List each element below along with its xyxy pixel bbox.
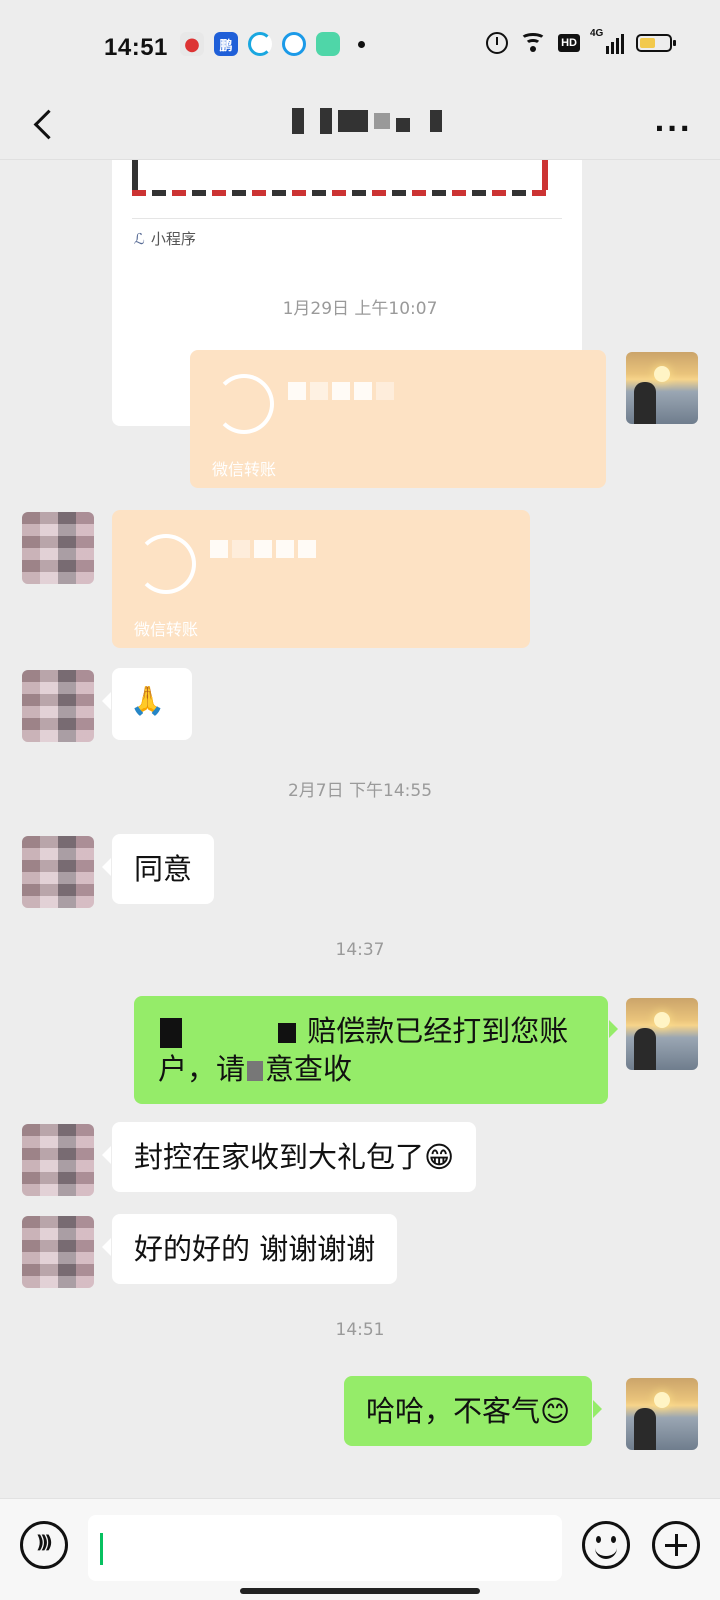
wifi-icon — [520, 33, 547, 53]
emoji-icon[interactable] — [582, 1521, 630, 1569]
status-bar: 14:51 ● 鹏 HD 4G — [0, 0, 720, 92]
transfer-bubble-received[interactable]: 微信转账 — [112, 510, 530, 648]
card-image-border — [132, 190, 548, 196]
map-pin-icon: ● — [180, 32, 204, 56]
transfer-icon — [136, 534, 196, 594]
browser-app-icon — [248, 32, 272, 56]
app-ring-icon — [282, 32, 306, 56]
message-text: 意查收 — [265, 1052, 353, 1086]
battery-level — [640, 38, 656, 48]
message-input[interactable] — [88, 1515, 562, 1581]
transfer-icon — [214, 374, 274, 434]
message-bubble[interactable]: 同意 — [101, 834, 215, 904]
notification-icons: ● 鹏 — [180, 32, 365, 56]
message-text: 户，请 — [158, 1052, 246, 1086]
news-app-icon: 鹏 — [214, 32, 238, 56]
divider — [132, 218, 562, 219]
avatar-contact[interactable] — [22, 512, 94, 584]
voice-icon[interactable] — [20, 1521, 68, 1569]
status-time: 14:51 — [104, 34, 168, 61]
redacted-text — [160, 1018, 182, 1048]
timestamp: 14:37 — [335, 940, 385, 960]
avatar-me[interactable] — [626, 998, 698, 1070]
message-bubble-sent[interactable]: 赔偿款已经打到您账 户，请 意查收 — [134, 996, 618, 1104]
message-bubble[interactable]: 🙏 — [102, 668, 192, 740]
mini-program-label: ℒ 小程序 — [134, 228, 196, 249]
message-line-1: 赔偿款已经打到您账 — [158, 1012, 584, 1050]
transfer-bubble-sent[interactable]: 微信转账 — [190, 350, 606, 488]
avatar-contact[interactable] — [22, 1216, 94, 1288]
signal-icon: 4G — [590, 28, 624, 54]
hd-icon: HD — [558, 34, 580, 52]
message-bubble[interactable]: 封控在家收到大礼包了😁 — [101, 1122, 477, 1192]
timestamp: 2月7日 下午14:55 — [287, 781, 433, 801]
timestamp: 14:51 — [335, 1320, 385, 1340]
message-bubble[interactable]: 好的好的 谢谢谢谢 — [101, 1214, 398, 1284]
home-indicator[interactable] — [240, 1588, 480, 1594]
more-dots-icon[interactable]: ··· — [654, 112, 692, 145]
avatar-me[interactable] — [626, 1378, 698, 1450]
transfer-amount-redacted — [210, 540, 320, 558]
transfer-label: 微信转账 — [212, 460, 277, 479]
redacted-text — [247, 1061, 264, 1081]
input-bar — [0, 1498, 720, 1600]
mini-program-icon: ℒ — [134, 229, 145, 248]
avatar-contact[interactable] — [22, 670, 94, 742]
redacted-text — [278, 1023, 296, 1043]
message-line-2: 户，请 意查收 — [158, 1050, 584, 1088]
message-bubble-sent[interactable]: 哈哈，不客气😊 — [344, 1376, 603, 1446]
timestamp: 1月29日 上午10:07 — [282, 299, 438, 319]
avatar-contact[interactable] — [22, 836, 94, 908]
avatar-contact[interactable] — [22, 1124, 94, 1196]
network-type: 4G — [590, 28, 604, 39]
chevron-left-icon[interactable] — [26, 106, 66, 146]
text-caret — [100, 1533, 103, 1565]
avatar-me[interactable] — [626, 352, 698, 424]
chat-header: ··· — [0, 92, 720, 160]
green-app-icon — [316, 32, 340, 56]
transfer-label: 微信转账 — [134, 620, 199, 639]
message-list[interactable]: ℒ 小程序 1月29日 上午10:07 微信转账 微信转账 🙏 2月7日 下午1… — [0, 160, 720, 1498]
plus-icon[interactable] — [652, 1521, 700, 1569]
message-text: 赔偿款已经打到您账 — [307, 1014, 569, 1048]
battery-icon — [636, 34, 676, 52]
system-icons: HD 4G — [486, 28, 676, 54]
alarm-icon — [486, 32, 509, 54]
mini-program-text: 小程序 — [150, 230, 196, 248]
chat-title-redacted — [292, 108, 442, 134]
more-notifications-dot — [358, 40, 365, 48]
transfer-amount-redacted — [288, 382, 398, 400]
